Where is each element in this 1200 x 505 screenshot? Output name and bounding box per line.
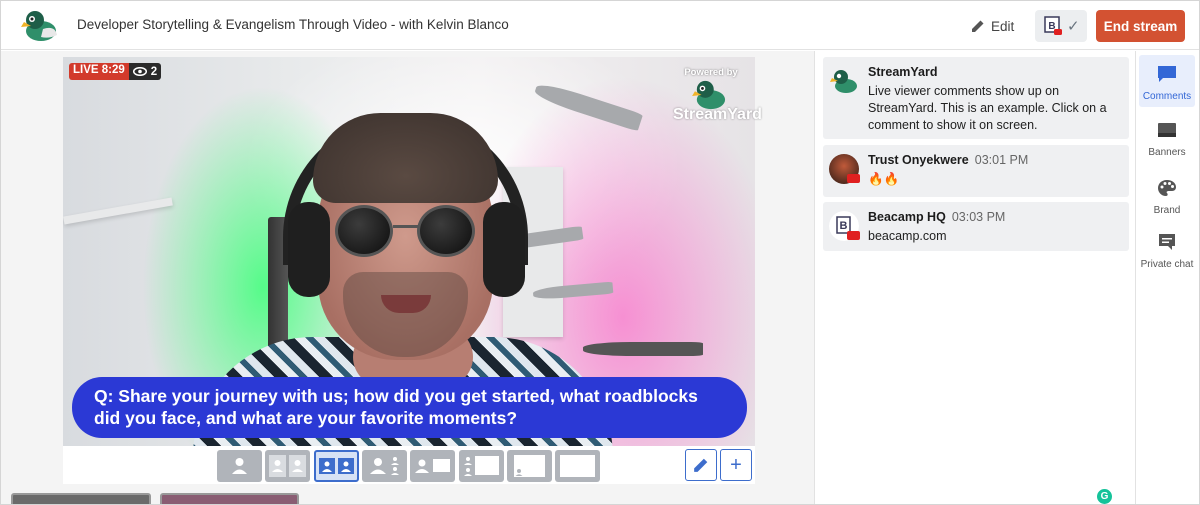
layout-solo-button[interactable] — [217, 450, 262, 482]
palette-icon — [1158, 180, 1176, 196]
tab-comments-label: Comments — [1142, 91, 1192, 102]
destination-avatar: B — [1044, 16, 1062, 35]
youtube-icon — [847, 174, 860, 183]
comment-author: Trust Onyekwere 03:01 PM — [868, 153, 1029, 167]
question-banner[interactable]: Q: Share your journey with us; how did y… — [72, 377, 747, 438]
wall-shelf — [63, 197, 173, 225]
split-layout-icon — [269, 455, 306, 477]
viewer-count-value: 2 — [150, 65, 158, 78]
svg-text:B: B — [840, 220, 848, 232]
comment-author: Beacamp HQ 03:03 PM — [868, 210, 1006, 224]
comments-panel: StreamYard Live viewer comments show up … — [814, 51, 1136, 504]
tab-banners-label: Banners — [1148, 147, 1186, 158]
live-indicator: LIVE 8:29 2 — [69, 63, 162, 80]
layout-screen-only-button[interactable] — [555, 450, 600, 482]
screen-only-icon — [560, 455, 595, 477]
top-bar: Developer Storytelling & Evangelism Thro… — [1, 1, 1199, 50]
streamyard-avatar — [829, 66, 859, 96]
streamyard-logo — [692, 80, 726, 110]
grammarly-icon[interactable]: G — [1097, 489, 1112, 504]
layout-group-button[interactable] — [314, 450, 359, 482]
participant-thumbnail[interactable] — [11, 493, 151, 504]
tab-brand[interactable]: Brand — [1139, 179, 1195, 219]
plus-icon: + — [730, 453, 742, 476]
edit-button[interactable]: Edit — [971, 14, 1014, 38]
comment-item[interactable]: B Beacamp HQ 03:03 PM beacamp.com — [823, 202, 1129, 251]
sunglasses-bridge — [393, 225, 419, 228]
streamyard-studio: Developer Storytelling & Evangelism Thro… — [0, 0, 1200, 505]
edit-label: Edit — [991, 18, 1015, 34]
tab-private-chat-label: Private chat — [1140, 259, 1194, 270]
person-icon — [232, 458, 247, 474]
side-rail: Comments Banners Brand Private chat — [1137, 51, 1199, 504]
streamyard-logo — [21, 11, 57, 41]
edit-layout-button[interactable] — [685, 449, 717, 481]
comment-text: Live viewer comments show up on StreamYa… — [868, 84, 1107, 132]
headphone-right — [483, 202, 525, 297]
youtube-icon — [847, 231, 860, 240]
add-layout-button[interactable]: + — [720, 449, 752, 481]
sunglasses-lens — [417, 205, 475, 257]
powered-by-label: Powered by — [684, 67, 738, 78]
screen-sidebar-icon — [464, 456, 499, 476]
banner-icon — [1158, 123, 1176, 137]
layout-screen-sidebar-button[interactable] — [459, 450, 504, 482]
layout-thin-split-button[interactable] — [265, 450, 310, 482]
viewer-count: 2 — [128, 63, 162, 80]
eye-icon — [132, 67, 147, 76]
news-layout-icon — [415, 459, 450, 473]
comment-item[interactable]: StreamYard Live viewer comments show up … — [823, 57, 1129, 139]
layout-toolbar — [63, 446, 755, 484]
person-hair — [313, 113, 498, 203]
comment-text: 🔥🔥 — [868, 172, 900, 186]
comment-time: 03:03 PM — [951, 210, 1006, 224]
group-layout-icon — [319, 458, 354, 474]
participant-thumbnail[interactable] — [160, 493, 299, 504]
end-stream-button[interactable]: End stream — [1096, 10, 1185, 42]
pencil-icon — [972, 20, 984, 32]
tab-brand-label: Brand — [1153, 205, 1181, 216]
leader-layout-icon — [370, 457, 399, 475]
check-icon: ✓ — [1067, 18, 1080, 35]
tab-banners[interactable]: Banners — [1139, 121, 1195, 161]
powered-by-watermark: Powered by StreamYard — [673, 67, 762, 124]
pencil-icon — [694, 458, 708, 472]
model-plane — [583, 342, 703, 356]
comment-author: StreamYard — [868, 65, 938, 79]
screen-small-icon — [514, 455, 545, 477]
private-chat-icon — [1159, 234, 1175, 250]
tab-private-chat[interactable]: Private chat — [1139, 233, 1195, 283]
comment-text: beacamp.com — [868, 229, 947, 243]
broadcast-title: Developer Storytelling & Evangelism Thro… — [77, 17, 509, 32]
model-plane — [532, 80, 644, 132]
layout-screen-small-button[interactable] — [507, 450, 552, 482]
layout-news-button[interactable] — [410, 450, 455, 482]
layout-leader-button[interactable] — [362, 450, 407, 482]
headphone-left — [288, 202, 330, 297]
destination-toggle[interactable]: B ✓ — [1035, 10, 1087, 42]
comment-item[interactable]: Trust Onyekwere 03:01 PM 🔥🔥 — [823, 145, 1129, 197]
sunglasses-lens — [335, 205, 393, 257]
tab-comments[interactable]: Comments — [1139, 55, 1195, 107]
live-timer: LIVE 8:29 — [69, 63, 129, 80]
chat-bubble-icon — [1158, 66, 1176, 82]
comment-time: 03:01 PM — [974, 153, 1029, 167]
